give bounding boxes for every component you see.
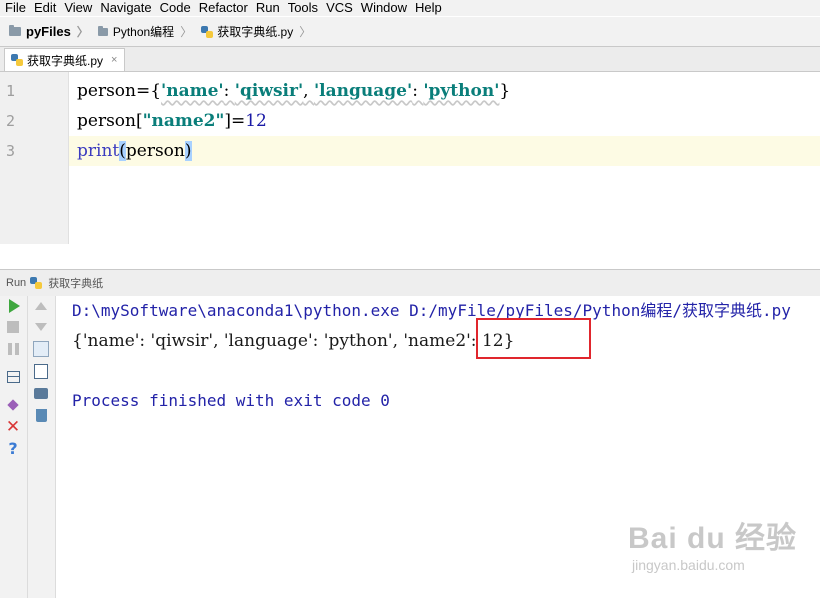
bracket-token: ( bbox=[119, 141, 126, 161]
code-token: : bbox=[412, 81, 424, 101]
pin-icon bbox=[7, 399, 19, 411]
breadcrumb-project[interactable]: pyFiles 〉 bbox=[0, 23, 89, 40]
breadcrumb-file-label: 获取字典纸.py bbox=[217, 25, 294, 39]
menu-file[interactable]: File bbox=[0, 0, 30, 16]
stop-button[interactable] bbox=[4, 318, 22, 336]
folder-icon bbox=[9, 25, 21, 36]
print-button[interactable] bbox=[32, 384, 50, 402]
watermark-main-text: Bai du 经验 bbox=[628, 522, 798, 555]
run-panel-header: Run 获取字典纸 bbox=[0, 269, 820, 297]
layout-icon bbox=[6, 371, 20, 383]
arrow-up-icon bbox=[35, 302, 47, 310]
editor-tab-bar: 获取字典纸.py × bbox=[0, 47, 820, 72]
number-token: 12 bbox=[245, 111, 267, 131]
play-icon bbox=[8, 299, 20, 313]
console-command-line: D:\mySoftware\anaconda1\python.exe D:/my… bbox=[72, 301, 791, 320]
string-token: "name2" bbox=[142, 111, 225, 131]
menu-view[interactable]: View bbox=[60, 0, 96, 16]
menu-refactor[interactable]: Refactor bbox=[195, 0, 252, 16]
breadcrumb-folder[interactable]: Python编程 〉 bbox=[89, 23, 192, 40]
menu-window[interactable]: Window bbox=[357, 0, 411, 16]
arrow-down-icon bbox=[35, 323, 47, 331]
print-icon bbox=[34, 387, 48, 399]
scroll-up-button[interactable] bbox=[32, 297, 50, 315]
help-icon: ? bbox=[8, 439, 18, 458]
python-file-icon bbox=[30, 277, 43, 289]
close-icon: ✕ bbox=[5, 416, 21, 437]
menu-vcs[interactable]: VCS bbox=[322, 0, 357, 16]
restore-layout-button[interactable] bbox=[4, 368, 22, 386]
bracket-token: ) bbox=[184, 141, 192, 161]
string-token: 'python' bbox=[423, 81, 500, 101]
run-config-label[interactable]: 获取字典纸 bbox=[48, 275, 103, 291]
line-number: 1 bbox=[6, 82, 16, 100]
code-token: person={ bbox=[77, 81, 162, 101]
menu-navigate[interactable]: Navigate bbox=[96, 0, 155, 16]
menu-bar: File Edit View Navigate Code Refactor Ru… bbox=[0, 0, 820, 16]
close-icon[interactable]: × bbox=[111, 54, 117, 66]
string-token: 'name' bbox=[161, 81, 224, 101]
menu-tools[interactable]: Tools bbox=[284, 0, 322, 16]
pause-button[interactable] bbox=[4, 340, 22, 358]
breadcrumb-project-label: pyFiles bbox=[26, 24, 71, 39]
scroll-to-end-button[interactable] bbox=[32, 362, 50, 380]
menu-edit[interactable]: Edit bbox=[30, 0, 60, 16]
soft-wrap-icon bbox=[33, 341, 49, 357]
menu-help[interactable]: Help bbox=[411, 0, 446, 16]
pin-tab-button[interactable] bbox=[4, 396, 22, 414]
menu-code[interactable]: Code bbox=[156, 0, 195, 16]
breadcrumb-folder-label: Python编程 bbox=[112, 25, 175, 39]
tab-label: 获取字典纸.py bbox=[27, 53, 104, 68]
soft-wrap-button[interactable] bbox=[32, 340, 50, 358]
code-token: person[ bbox=[77, 111, 143, 131]
console-exit-line: Process finished with exit code 0 bbox=[72, 391, 390, 410]
code-token: , bbox=[303, 81, 314, 101]
string-token: 'language' bbox=[313, 81, 413, 101]
help-button[interactable]: ? bbox=[4, 440, 22, 458]
folder-icon bbox=[97, 25, 108, 36]
menu-run[interactable]: Run bbox=[252, 0, 284, 16]
clear-all-button[interactable] bbox=[32, 406, 50, 424]
python-file-icon bbox=[201, 25, 214, 38]
breadcrumb: pyFiles 〉 Python编程 〉 获取字典纸.py 〉 bbox=[0, 17, 820, 47]
breadcrumb-separator-icon: 〉 bbox=[180, 25, 193, 39]
builtin-token: print bbox=[77, 141, 120, 161]
string-token: 'qiwsir' bbox=[234, 81, 304, 101]
scroll-to-end-icon bbox=[34, 363, 48, 379]
scroll-down-button[interactable] bbox=[32, 318, 50, 336]
code-line-1: person={'name': 'qiwsir', 'language': 'p… bbox=[77, 76, 510, 106]
stop-icon bbox=[7, 321, 19, 333]
editor-tab[interactable]: 获取字典纸.py × bbox=[4, 48, 125, 71]
rerun-button[interactable] bbox=[5, 297, 23, 315]
code-line-2: person["name2"]=12 bbox=[77, 106, 267, 136]
trash-icon bbox=[35, 408, 47, 422]
breadcrumb-file[interactable]: 获取字典纸.py 〉 bbox=[192, 23, 311, 40]
run-toolbar: ✕ ? bbox=[0, 296, 28, 598]
code-token: } bbox=[499, 81, 511, 101]
python-file-icon bbox=[11, 54, 23, 66]
annotation-highlight-box bbox=[476, 318, 591, 359]
code-token: : bbox=[223, 81, 235, 101]
code-token: person bbox=[125, 141, 185, 161]
code-editor[interactable]: 1 2 3 person={'name': 'qiwsir', 'languag… bbox=[0, 72, 820, 244]
line-number: 2 bbox=[6, 112, 16, 130]
console-output-line: {'name': 'qiwsir', 'language': 'python',… bbox=[72, 331, 515, 351]
code-line-3: print(person) bbox=[77, 136, 192, 166]
pause-icon bbox=[7, 343, 19, 355]
close-button[interactable]: ✕ bbox=[4, 418, 22, 436]
line-number: 3 bbox=[6, 142, 16, 160]
console-toolbar bbox=[28, 296, 56, 598]
breadcrumb-separator-icon: 〉 bbox=[76, 25, 89, 39]
run-panel-label: Run bbox=[6, 277, 27, 289]
watermark-url-text: jingyan.baidu.com bbox=[632, 557, 745, 573]
code-token: ]= bbox=[224, 111, 246, 131]
baidu-watermark-logo: Bai du 经验 jingyan.baidu.com bbox=[628, 513, 808, 583]
breadcrumb-separator-icon: 〉 bbox=[299, 25, 312, 39]
